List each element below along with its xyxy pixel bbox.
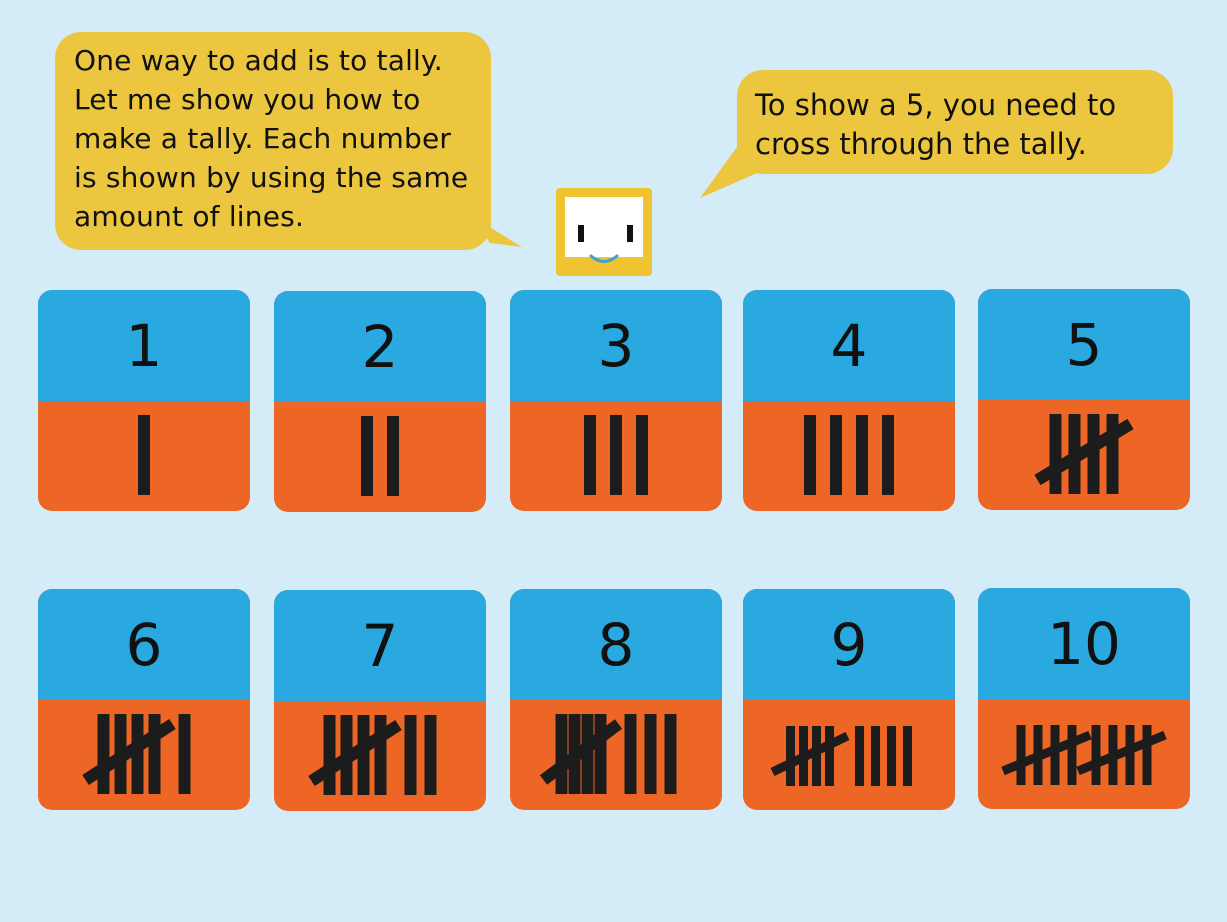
card-tally-area xyxy=(743,700,955,810)
card-number: 5 xyxy=(978,289,1190,400)
tally-cross-stroke xyxy=(770,731,850,777)
tally-card: 2 xyxy=(274,291,486,512)
robot-right-eye xyxy=(627,225,633,242)
speech-bubble-left-text: One way to add is to tally. Let me show … xyxy=(74,44,469,233)
robot-mascot xyxy=(556,188,652,276)
robot-smile xyxy=(589,254,619,263)
tally-marks xyxy=(1034,414,1134,494)
card-number: 10 xyxy=(978,588,1190,699)
card-tally-area xyxy=(274,701,486,811)
tally-marks xyxy=(308,715,437,795)
tally-cross-stroke xyxy=(1001,730,1092,776)
card-number: 2 xyxy=(274,291,486,402)
card-tally-area xyxy=(978,400,1190,510)
tally-card: 5 xyxy=(978,289,1190,510)
speech-bubble-left: One way to add is to tally. Let me show … xyxy=(55,32,491,250)
tally-marks xyxy=(584,415,648,495)
card-number: 4 xyxy=(743,290,955,401)
speech-bubble-right-text: To show a 5, you need to cross through t… xyxy=(755,88,1117,161)
card-tally-area xyxy=(743,401,955,511)
speech-bubble-left-tail xyxy=(470,215,522,247)
tally-marks xyxy=(1001,725,1167,785)
tally-cross-stroke xyxy=(1076,730,1167,776)
card-number: 8 xyxy=(510,589,722,700)
card-number: 1 xyxy=(38,290,250,401)
card-tally-area xyxy=(978,699,1190,809)
card-tally-area xyxy=(274,402,486,512)
speech-bubble-right: To show a 5, you need to cross through t… xyxy=(737,70,1173,174)
tally-marks xyxy=(770,726,912,786)
robot-face xyxy=(565,197,643,257)
tally-card: 7 xyxy=(274,590,486,811)
tally-card: 9 xyxy=(743,589,955,810)
tally-card: 3 xyxy=(510,290,722,511)
card-tally-area xyxy=(510,401,722,511)
tally-marks xyxy=(82,714,191,794)
card-number: 3 xyxy=(510,290,722,401)
tally-cross-stroke xyxy=(539,719,623,785)
card-tally-area xyxy=(510,700,722,810)
robot-left-eye xyxy=(578,225,584,242)
tally-card: 10 xyxy=(978,588,1190,809)
tally-card: 1 xyxy=(38,290,250,511)
card-number: 6 xyxy=(38,589,250,700)
tally-marks xyxy=(138,415,150,495)
tally-marks xyxy=(361,416,399,496)
tally-marks xyxy=(539,714,677,794)
card-number: 9 xyxy=(743,589,955,700)
speech-bubble-right-tail xyxy=(700,140,764,198)
tally-marks xyxy=(804,415,894,495)
tally-card: 4 xyxy=(743,290,955,511)
card-tally-area xyxy=(38,700,250,810)
card-tally-area xyxy=(38,401,250,511)
tally-card: 8 xyxy=(510,589,722,810)
tally-card: 6 xyxy=(38,589,250,810)
card-number: 7 xyxy=(274,590,486,701)
